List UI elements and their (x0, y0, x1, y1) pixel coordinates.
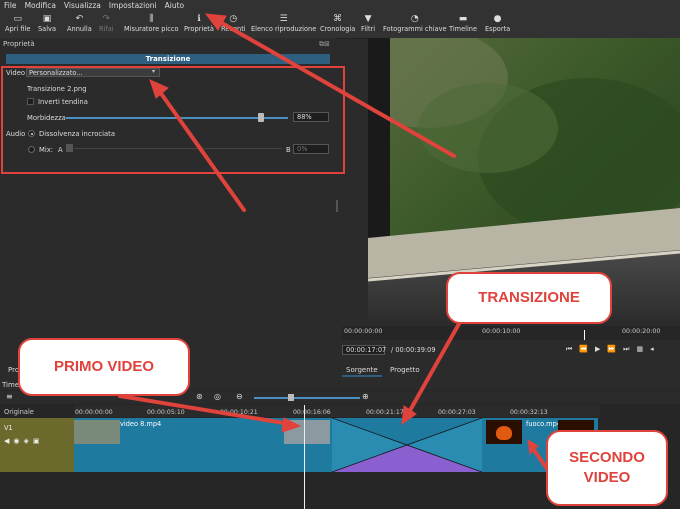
annotation-secondo-line2: VIDEO (583, 469, 631, 486)
annotation-secondo-video: SECONDO VIDEO (546, 430, 668, 506)
annotation-transizione: TRANSIZIONE (446, 272, 612, 324)
annotation-secondo-line1: SECONDO (569, 449, 645, 466)
annotation-primo-video: PRIMO VIDEO (18, 338, 190, 396)
